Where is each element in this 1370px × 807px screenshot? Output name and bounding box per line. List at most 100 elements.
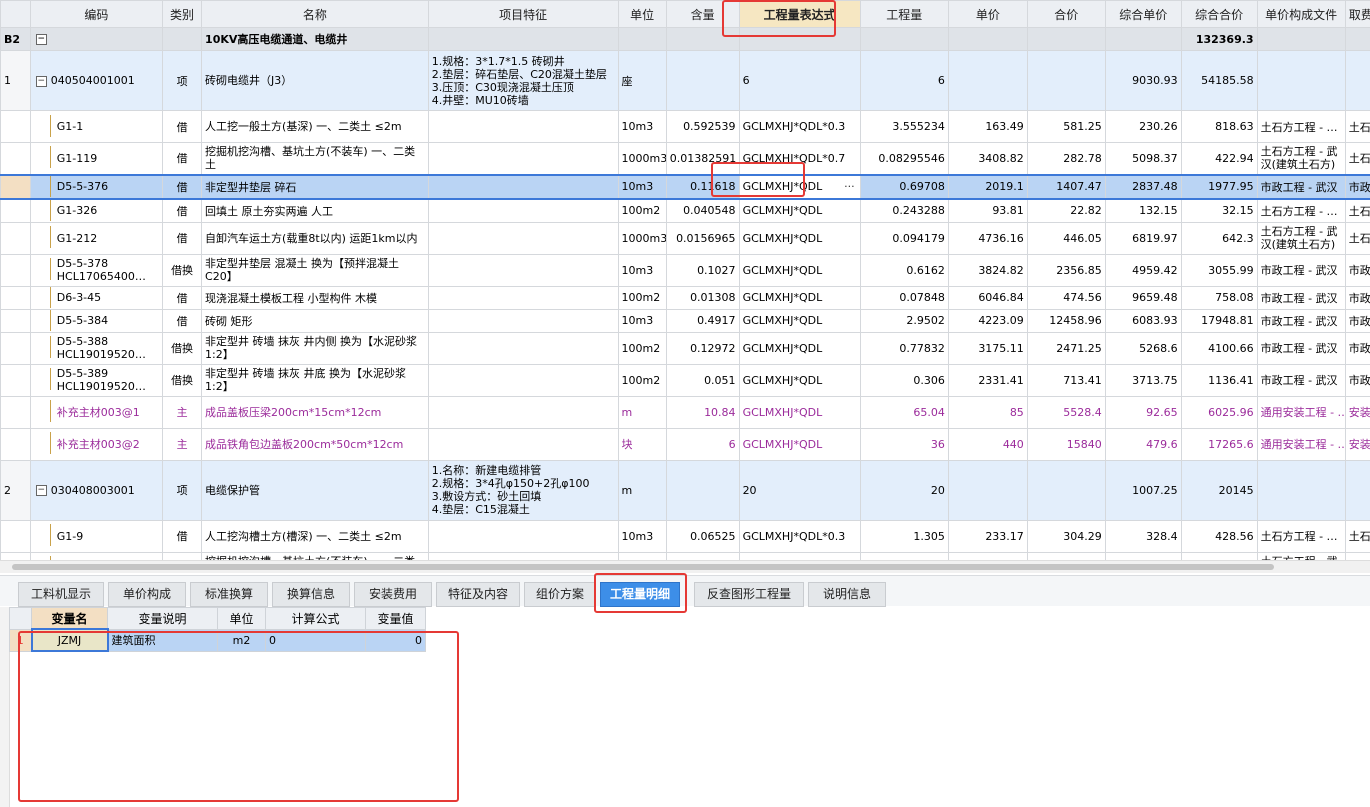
row-fee-type[interactable]: 市政工程 <box>1344 285 1370 310</box>
row-composite-unit-price[interactable]: 328.4 <box>1104 519 1182 553</box>
row-price-file[interactable]: 市政工程 - 武汉 <box>1256 253 1346 287</box>
sub-item-row[interactable]: D5-5-376 借非定型井垫层 碎石 10m3 0.11618 GCLMXHJ*QDL… <box>0 173 1370 200</box>
row-unit-price[interactable]: 93.81 <box>947 198 1028 223</box>
sub-item-row[interactable]: 补充主材003@1 主成品盖板压梁200cm*15cm*12cm m 10.84 GCL… <box>0 395 1370 429</box>
row-name[interactable]: 非定型井 砖墙 抹灰 井内侧 换为【水泥砂浆1:2】 <box>201 331 429 365</box>
row-quantity-ratio[interactable]: 0.12972 <box>665 331 740 365</box>
row-price-file[interactable]: 通用安装工程 - … <box>1256 395 1346 429</box>
row-composite-unit-price[interactable]: 5098.37 <box>1104 142 1182 175</box>
variable-value-cell[interactable]: 0 <box>365 628 426 652</box>
column-header-7[interactable]: 工程量表达式 <box>738 0 861 28</box>
row-name[interactable]: 成品盖板压梁200cm*15cm*12cm <box>201 395 429 429</box>
row-expression[interactable]: 6 <box>738 50 861 111</box>
row-unit[interactable]: 座 <box>617 50 667 111</box>
row-unit-price[interactable]: 3175.11 <box>947 331 1028 365</box>
row-code[interactable]: 补充主材003@1 <box>29 395 164 429</box>
row-composite-total[interactable]: 17948.81 <box>1180 308 1258 333</box>
row-unit[interactable]: 100m2 <box>617 285 667 310</box>
row-quantity-ratio[interactable]: 0.0015225 <box>665 551 740 560</box>
row-fee-type[interactable]: 土石方工 <box>1344 551 1370 560</box>
row-feature[interactable] <box>427 427 619 461</box>
column-header-9[interactable]: 单价 <box>947 0 1028 28</box>
row-name[interactable]: 非定型井 砖墙 抹灰 井底 换为【水泥砂浆1:2】 <box>201 363 429 397</box>
row-unit-price[interactable]: 163.49 <box>947 110 1028 143</box>
row-unit[interactable]: 10m3 <box>617 519 667 553</box>
row-code[interactable]: −040504001001 <box>29 50 164 111</box>
row-feature[interactable] <box>427 331 619 365</box>
row-code[interactable]: G1-212 <box>29 221 164 255</box>
row-total-price[interactable]: 1407.47 <box>1026 173 1106 200</box>
row-code[interactable]: D5-5-384 <box>29 308 164 333</box>
row-fee-type[interactable]: 市政工程 <box>1344 363 1370 397</box>
row-feature[interactable]: 1.规格：3*1.7*1.5 砖砌井 2.垫层：碎石垫层、C20混凝土垫层 3.压顶… <box>427 50 619 111</box>
row-unit[interactable]: 1000m3 <box>617 142 667 175</box>
row-unit-price[interactable] <box>947 459 1028 521</box>
row-price-file[interactable]: 土石方工程 - … <box>1256 198 1346 223</box>
expression-ellipsis-icon[interactable]: ··· <box>844 180 857 193</box>
row-quantity-ratio[interactable]: 0.4917 <box>665 308 740 333</box>
row-amount[interactable]: 0.08295546 <box>859 142 949 175</box>
row-code[interactable]: G1-119 <box>29 142 164 175</box>
row-name[interactable]: 回填土 原土夯实两遍 人工 <box>201 198 429 223</box>
row-price-file[interactable] <box>1256 459 1346 521</box>
row-quantity-ratio[interactable]: 0.11618 <box>665 173 740 200</box>
row-composite-unit-price[interactable]: 479.6 <box>1104 427 1182 461</box>
sub-item-row[interactable]: D5-5-384 借砖砌 矩形 10m3 0.4917 GCLMXHJ*QDL 2.950… <box>0 308 1370 333</box>
row-amount[interactable]: 3.555234 <box>859 110 949 143</box>
row-feature[interactable] <box>427 110 619 143</box>
column-header-3[interactable]: 名称 <box>201 0 429 28</box>
row-unit-price[interactable] <box>947 50 1028 111</box>
row-feature[interactable] <box>427 142 619 175</box>
row-category[interactable]: 主 <box>162 395 203 429</box>
row-unit[interactable]: m <box>617 459 667 521</box>
row-total-price[interactable] <box>1026 459 1106 521</box>
row-category[interactable]: 借 <box>162 519 203 553</box>
row-expression[interactable]: GCLMXHJ*QDL <box>738 253 861 287</box>
row-fee-type[interactable]: 安装工程 <box>1344 395 1370 429</box>
row-unit[interactable]: 100m2 <box>617 331 667 365</box>
row-quantity-ratio[interactable]: 6 <box>665 427 740 461</box>
tab-1[interactable]: 单价构成 <box>108 582 186 607</box>
tab-7[interactable]: 工程量明细 <box>600 582 680 607</box>
row-amount[interactable]: 2.9502 <box>859 308 949 333</box>
row-unit-price[interactable]: 3408.82 <box>947 551 1028 560</box>
tab-5[interactable]: 特征及内容 <box>436 582 520 607</box>
row-category[interactable]: 主 <box>162 427 203 461</box>
row-code[interactable]: D5-5-388 HCL19019520… <box>29 331 164 365</box>
row-feature[interactable] <box>427 198 619 223</box>
row-composite-total[interactable]: 4100.66 <box>1180 331 1258 365</box>
row-composite-total[interactable]: 54185.58 <box>1180 50 1258 111</box>
row-code[interactable]: D6-3-45 <box>29 285 164 310</box>
row-quantity-ratio[interactable] <box>665 50 740 111</box>
row-price-file[interactable]: 市政工程 - 武汉 <box>1256 363 1346 397</box>
variable-desc-cell[interactable]: 建筑面积 <box>107 628 218 652</box>
row-unit[interactable]: 100m2 <box>617 198 667 223</box>
row-expression[interactable]: GCLMXHJ*QDL*0.3 <box>738 519 861 553</box>
row-price-file[interactable]: 通用安装工程 - … <box>1256 427 1346 461</box>
sub-item-row[interactable]: 补充主材003@2 主成品铁角包边盖板200cm*50cm*12cm 块 6 GCLMX… <box>0 427 1370 461</box>
row-price-file[interactable]: 市政工程 - 武汉 <box>1256 308 1346 333</box>
row-unit[interactable]: 10m3 <box>617 253 667 287</box>
tab-0[interactable]: 工料机显示 <box>18 582 104 607</box>
row-total-price[interactable]: 713.41 <box>1026 363 1106 397</box>
sub-item-row[interactable]: G1-9 借人工挖沟槽土方(槽深) 一、二类土 ≤2m 10m3 0.06525 GCL… <box>0 519 1370 553</box>
row-unit[interactable]: 1000m3 <box>617 551 667 560</box>
row-amount[interactable]: 0.03045 <box>859 551 949 560</box>
row-total-price[interactable]: 5528.4 <box>1026 395 1106 429</box>
row-unit-price[interactable]: 440 <box>947 427 1028 461</box>
row-amount[interactable]: 0.243288 <box>859 198 949 223</box>
row-unit-price[interactable]: 6046.84 <box>947 285 1028 310</box>
row-composite-unit-price[interactable]: 6819.97 <box>1104 221 1182 255</box>
row-fee-type[interactable]: 市政工程 <box>1344 253 1370 287</box>
row-amount[interactable]: 36 <box>859 427 949 461</box>
row-total-price[interactable]: 282.78 <box>1026 142 1106 175</box>
row-code[interactable]: G1-1 <box>29 110 164 143</box>
row-quantity-ratio[interactable]: 10.84 <box>665 395 740 429</box>
row-code[interactable]: 补充主材003@2 <box>29 427 164 461</box>
row-name[interactable]: 非定型井垫层 碎石 <box>201 173 429 200</box>
row-total-price[interactable]: 474.56 <box>1026 285 1106 310</box>
column-header-4[interactable]: 项目特征 <box>427 0 619 28</box>
row-amount[interactable]: 6 <box>859 50 949 111</box>
sub-item-row[interactable]: G1-119借挖掘机挖沟槽、基坑土方(不装车) 一、二类土 1000m30.001… <box>0 551 1370 560</box>
collapse-icon[interactable]: − <box>35 75 47 87</box>
